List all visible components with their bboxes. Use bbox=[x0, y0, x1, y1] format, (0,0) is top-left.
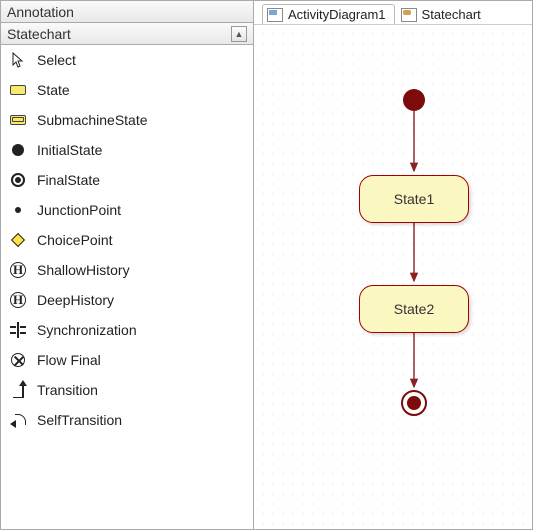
palette-list: Select State SubmachineState InitialStat… bbox=[1, 45, 253, 529]
palette-item-label: Select bbox=[37, 52, 76, 68]
palette-item-initialstate[interactable]: InitialState bbox=[1, 135, 253, 165]
activity-diagram-icon bbox=[267, 8, 283, 22]
palette-item-flowfinal[interactable]: Flow Final bbox=[1, 345, 253, 375]
state-label: State1 bbox=[394, 191, 434, 207]
transition-icon bbox=[9, 381, 27, 399]
palette-item-junctionpoint[interactable]: JunctionPoint bbox=[1, 195, 253, 225]
shallow-history-icon: H bbox=[9, 261, 27, 279]
panel-header-statechart-label: Statechart bbox=[7, 25, 71, 43]
palette-item-label: ShallowHistory bbox=[37, 262, 130, 278]
tab-label: ActivityDiagram1 bbox=[288, 7, 386, 22]
palette-item-label: SelfTransition bbox=[37, 412, 122, 428]
initial-state-node[interactable] bbox=[403, 89, 425, 111]
palette-item-finalstate[interactable]: FinalState bbox=[1, 165, 253, 195]
palette-item-label: SubmachineState bbox=[37, 112, 148, 128]
palette-item-label: InitialState bbox=[37, 142, 102, 158]
palette-item-label: ChoicePoint bbox=[37, 232, 113, 248]
panel-header-statechart[interactable]: Statechart ▲ bbox=[1, 23, 253, 45]
palette-item-synchronization[interactable]: Synchronization bbox=[1, 315, 253, 345]
canvas-panel: ActivityDiagram1 Statechart Stat bbox=[254, 1, 532, 529]
palette-item-label: Flow Final bbox=[37, 352, 101, 368]
state-label: State2 bbox=[394, 301, 434, 317]
palette-item-submachinestate[interactable]: SubmachineState bbox=[1, 105, 253, 135]
cursor-icon bbox=[9, 51, 27, 69]
palette-item-label: Synchronization bbox=[37, 322, 137, 338]
state-node-state2[interactable]: State2 bbox=[359, 285, 469, 333]
state-icon bbox=[9, 81, 27, 99]
self-transition-icon bbox=[9, 411, 27, 429]
choice-point-icon bbox=[9, 231, 27, 249]
tab-activitydiagram1[interactable]: ActivityDiagram1 bbox=[262, 4, 395, 25]
flow-final-icon bbox=[9, 351, 27, 369]
final-state-node[interactable] bbox=[401, 390, 427, 416]
panel-header-annotation[interactable]: Annotation bbox=[1, 1, 253, 23]
scroll-up-button[interactable]: ▲ bbox=[231, 26, 247, 42]
palette-item-select[interactable]: Select bbox=[1, 45, 253, 75]
tool-palette-sidebar: Annotation Statechart ▲ Select State Sub… bbox=[1, 1, 254, 529]
statechart-icon bbox=[401, 8, 417, 22]
deep-history-icon: H bbox=[9, 291, 27, 309]
palette-item-label: State bbox=[37, 82, 70, 98]
state-node-state1[interactable]: State1 bbox=[359, 175, 469, 223]
final-state-inner-icon bbox=[407, 396, 421, 410]
diagram-canvas[interactable]: State1 State2 bbox=[254, 25, 532, 529]
tab-statechart[interactable]: Statechart bbox=[397, 5, 489, 24]
palette-item-deephistory[interactable]: H DeepHistory bbox=[1, 285, 253, 315]
junction-point-icon bbox=[9, 201, 27, 219]
palette-item-shallowhistory[interactable]: H ShallowHistory bbox=[1, 255, 253, 285]
palette-item-selftransition[interactable]: SelfTransition bbox=[1, 405, 253, 435]
transition-edges bbox=[254, 25, 532, 529]
synchronization-icon bbox=[9, 321, 27, 339]
final-state-icon bbox=[9, 171, 27, 189]
palette-item-transition[interactable]: Transition bbox=[1, 375, 253, 405]
tab-label: Statechart bbox=[422, 7, 481, 22]
palette-item-label: JunctionPoint bbox=[37, 202, 121, 218]
chevron-up-icon: ▲ bbox=[235, 25, 244, 43]
app-root: Annotation Statechart ▲ Select State Sub… bbox=[0, 0, 533, 530]
palette-item-choicepoint[interactable]: ChoicePoint bbox=[1, 225, 253, 255]
palette-item-label: Transition bbox=[37, 382, 98, 398]
initial-state-icon bbox=[9, 141, 27, 159]
palette-item-label: DeepHistory bbox=[37, 292, 114, 308]
diagram-tabbar: ActivityDiagram1 Statechart bbox=[254, 1, 532, 25]
palette-item-state[interactable]: State bbox=[1, 75, 253, 105]
submachine-state-icon bbox=[9, 111, 27, 129]
palette-item-label: FinalState bbox=[37, 172, 100, 188]
